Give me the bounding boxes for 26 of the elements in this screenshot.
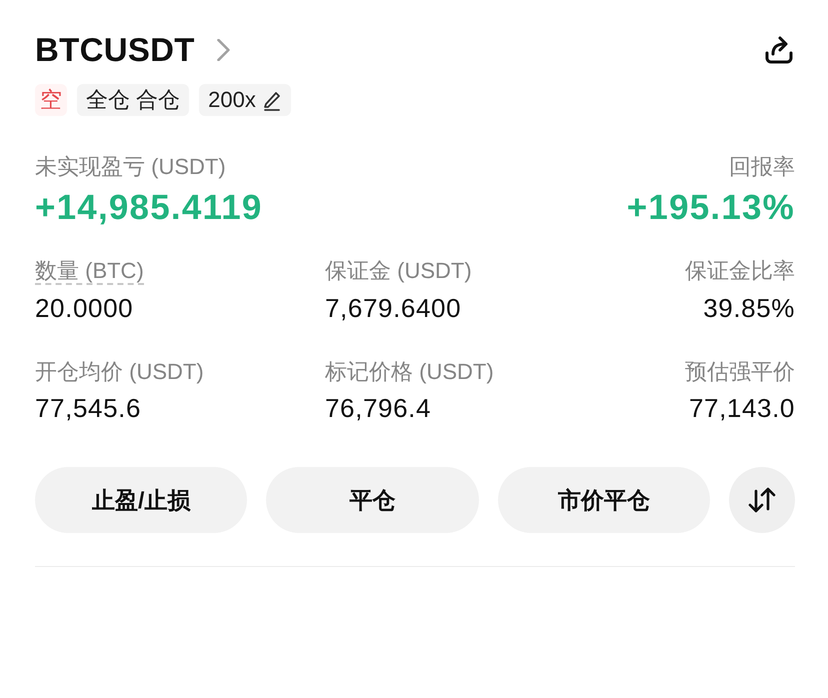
stat-label: 预估强平价	[685, 359, 795, 384]
stat-label: 保证金 (USDT)	[325, 258, 472, 283]
pair-title: BTCUSDT	[35, 30, 195, 70]
stat-value: 76,796.4	[325, 393, 432, 423]
stat-value: 77,545.6	[35, 393, 142, 423]
stat-value: 7,679.6400	[325, 293, 462, 323]
summary-value: +14,985.4119	[35, 187, 263, 229]
stat-label: 开仓均价 (USDT)	[35, 359, 204, 384]
stat-value: 77,143.0	[688, 393, 795, 423]
share-icon[interactable]	[763, 34, 795, 66]
summary-label: 未实现盈亏 (USDT)	[35, 153, 227, 181]
action-button[interactable]: 平仓	[266, 467, 479, 533]
summary-label: 回报率	[728, 153, 795, 181]
stat-label[interactable]: 数量 (BTC)	[35, 258, 144, 285]
side-tag: 空	[35, 84, 67, 116]
margin-mode-tag: 全仓 合仓	[77, 84, 190, 116]
stat-label: 标记价格 (USDT)	[325, 359, 494, 384]
stat-value: 39.85%	[703, 293, 795, 323]
stat-value: 20.0000	[35, 293, 134, 323]
swap-arrows-icon	[746, 485, 777, 515]
action-button[interactable]: 止盈/止损	[35, 467, 248, 533]
stat-label: 保证金比率	[685, 258, 795, 283]
action-button[interactable]: 市价平仓	[498, 467, 710, 533]
leverage-button[interactable]: 200x	[199, 84, 291, 116]
pencil-icon	[262, 89, 282, 111]
summary-value: +195.13%	[626, 187, 795, 229]
